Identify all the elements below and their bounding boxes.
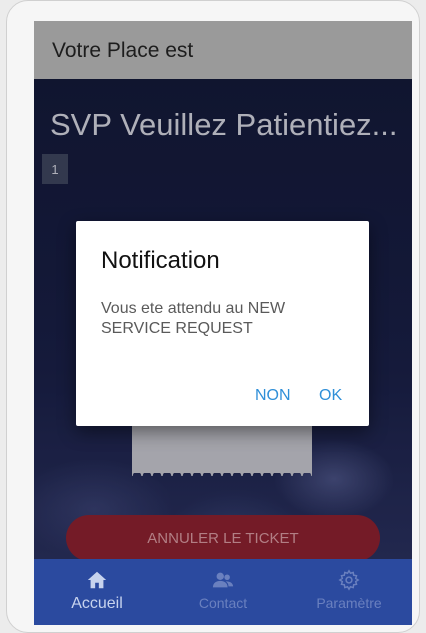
app-header: Votre Place est [34, 21, 412, 79]
nav-label-accueil: Accueil [71, 595, 123, 612]
app-screen: Votre Place est SVP Veuillez Patientiez.… [34, 21, 412, 625]
dialog-title: Notification [101, 247, 220, 274]
notification-dialog: Notification Vous ete attendu au NEW SER… [76, 221, 369, 426]
contacts-icon [212, 572, 234, 588]
device-frame: Votre Place est SVP Veuillez Patientiez.… [6, 0, 420, 633]
gear-icon [338, 569, 360, 591]
nav-label-contact: Contact [198, 595, 248, 611]
dialog-message: Vous ete attendu au NEW SERVICE REQUEST [101, 300, 286, 337]
bottom-navigation: Accueil Contact Paramètre [34, 559, 412, 625]
nav-item-parametre[interactable]: Paramètre [286, 559, 412, 625]
home-icon [87, 571, 107, 589]
header-title: Votre Place est [52, 39, 194, 62]
dialog-no-button[interactable]: NON [255, 387, 291, 405]
nav-label-parametre: Paramètre [316, 595, 382, 611]
dialog-ok-button[interactable]: OK [319, 387, 342, 405]
nav-item-accueil[interactable]: Accueil [34, 559, 160, 625]
nav-item-contact[interactable]: Contact [160, 559, 286, 625]
